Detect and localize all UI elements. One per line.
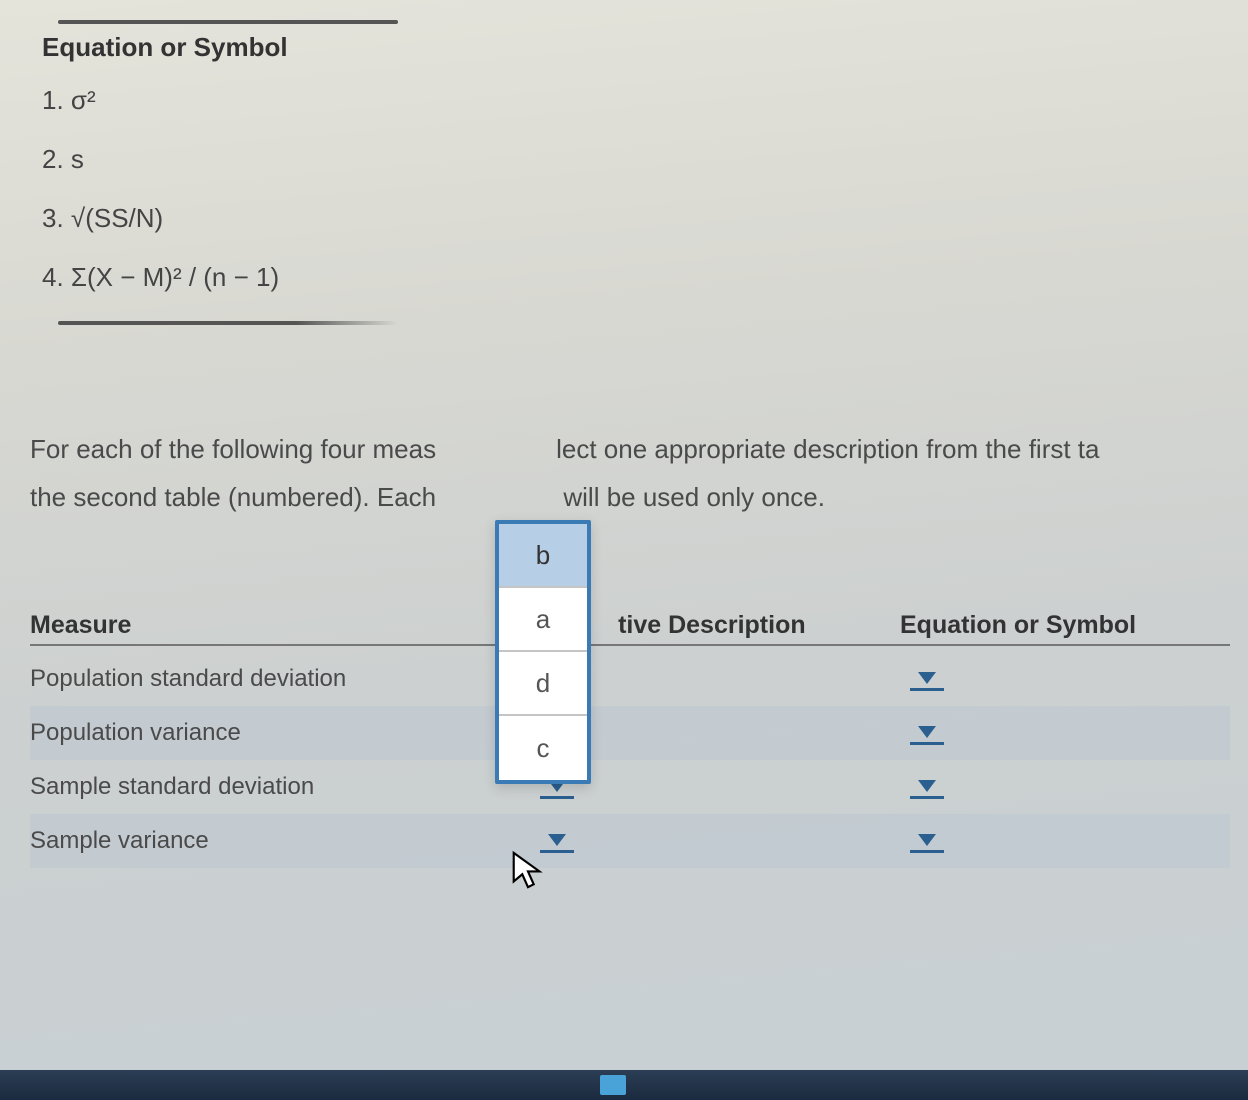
list-item: 2. s	[42, 144, 1248, 175]
table-row: Sample variance	[30, 814, 1230, 868]
dropdown-option[interactable]: a	[499, 588, 587, 652]
divider-top	[58, 20, 398, 24]
table-row: Population standard deviation	[30, 652, 1230, 706]
dropdown-panel[interactable]: b a d c	[495, 520, 591, 784]
chevron-down-icon	[918, 726, 936, 738]
header-fragment: tive Description	[618, 611, 806, 639]
dropdown-trigger-eq[interactable]	[910, 721, 944, 745]
column-header-measure: Measure	[30, 611, 530, 640]
chevron-down-icon	[918, 672, 936, 684]
table-row: Sample standard deviation	[30, 760, 1230, 814]
measure-label: Population standard deviation	[30, 665, 530, 693]
item-num: 2.	[42, 144, 64, 174]
chevron-down-icon	[548, 834, 566, 846]
dropdown-option[interactable]: d	[499, 652, 587, 716]
list-item: 3. √(SS/N)	[42, 203, 1248, 234]
item-num: 3.	[42, 203, 64, 233]
measure-label: Sample standard deviation	[30, 773, 530, 801]
dropdown-trigger-desc[interactable]	[540, 829, 574, 853]
taskbar-inner	[0, 1070, 1248, 1100]
measures-table: Measure Ative Description Equation or Sy…	[30, 611, 1230, 868]
instruction-text: the second table (numbered). Each	[30, 482, 436, 512]
chevron-down-icon	[918, 834, 936, 846]
chevron-down-icon	[918, 780, 936, 792]
question-content: Equation or Symbol 1. σ² 2. s 3. √(SS/N)…	[0, 20, 1248, 868]
item-text: Σ(X − M)² / (n − 1)	[71, 262, 279, 292]
divider-bottom	[58, 321, 398, 325]
measure-label: Sample variance	[30, 827, 530, 855]
item-text: s	[71, 144, 84, 174]
table-row: Population variance	[30, 706, 1230, 760]
taskbar-app-icon[interactable]	[600, 1075, 626, 1095]
measure-label: Population variance	[30, 719, 530, 747]
list-item: 4. Σ(X − M)² / (n − 1)	[42, 262, 1248, 293]
list-item: 1. σ²	[42, 85, 1248, 116]
item-num: 1.	[42, 85, 64, 115]
symbol-list: 1. σ² 2. s 3. √(SS/N) 4. Σ(X − M)² / (n …	[42, 85, 1248, 293]
instruction-paragraph: For each of the following four meas lect …	[30, 425, 1248, 521]
instruction-text: will be used only once.	[556, 482, 825, 512]
table-header-row: Measure Ative Description Equation or Sy…	[30, 611, 1230, 646]
dropdown-option[interactable]: c	[499, 716, 587, 780]
item-text: σ²	[71, 85, 96, 115]
instruction-text: lect one appropriate description from th…	[556, 434, 1099, 464]
dropdown-trigger-eq[interactable]	[910, 775, 944, 799]
dropdown-trigger-eq[interactable]	[910, 829, 944, 853]
item-num: 4.	[42, 262, 64, 292]
taskbar[interactable]	[0, 1070, 1248, 1100]
section-heading: Equation or Symbol	[42, 32, 1248, 63]
item-text: √(SS/N)	[71, 203, 163, 233]
column-header-equation: Equation or Symbol	[900, 611, 1230, 640]
instruction-text: For each of the following four meas	[30, 434, 436, 464]
dropdown-option[interactable]: b	[499, 524, 587, 588]
dropdown-trigger-eq[interactable]	[910, 667, 944, 691]
